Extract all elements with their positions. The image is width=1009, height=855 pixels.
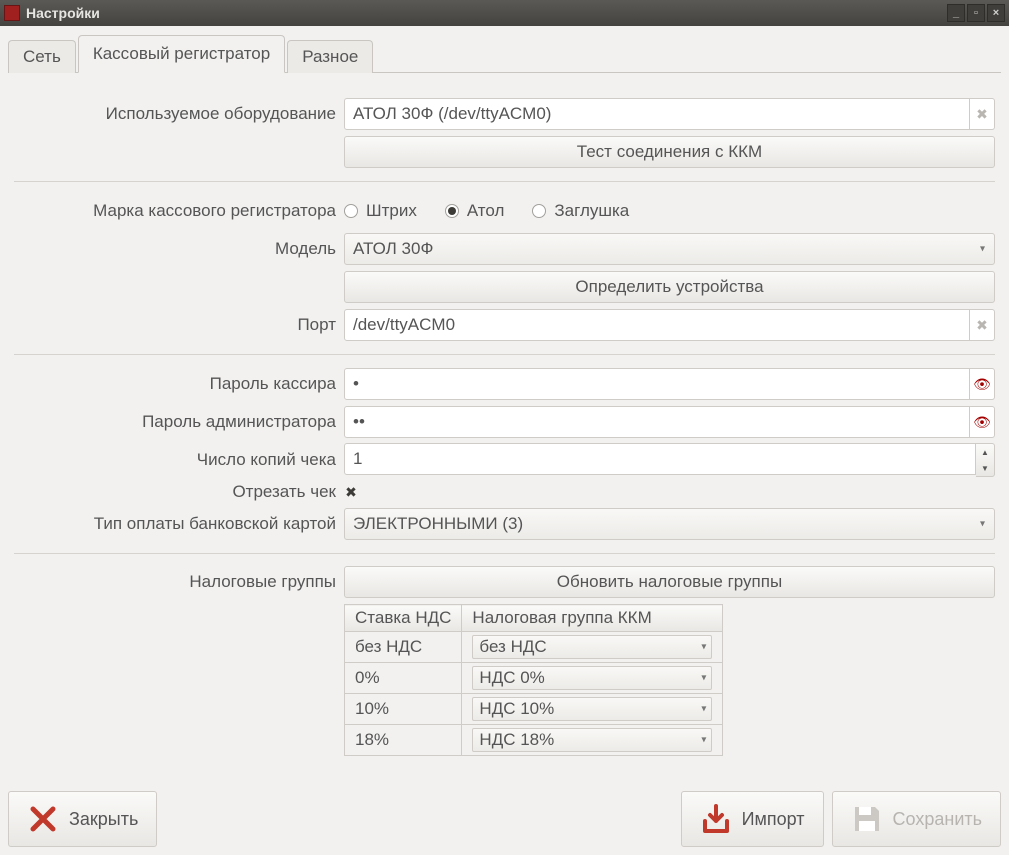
tab-misc[interactable]: Разное — [287, 40, 373, 73]
group-cell: без НДС — [462, 632, 723, 663]
table-row: 18% НДС 18% — [345, 725, 723, 756]
group-cell: НДС 10% — [462, 694, 723, 725]
app-icon — [4, 5, 20, 21]
tax-groups-label: Налоговые группы — [14, 566, 344, 592]
tab-network[interactable]: Сеть — [8, 40, 76, 73]
model-select[interactable]: АТОЛ 30Ф — [344, 233, 995, 265]
tabs: Сеть Кассовый регистратор Разное — [8, 34, 1001, 73]
import-icon — [700, 803, 732, 835]
model-label: Модель — [14, 239, 344, 259]
copies-input[interactable] — [344, 443, 976, 475]
admin-pwd-reveal-icon[interactable]: 👁 — [970, 406, 995, 438]
import-button[interactable]: Импорт — [681, 791, 824, 847]
cut-checkbox[interactable]: ✖ — [344, 485, 358, 499]
group-select[interactable]: без НДС — [472, 635, 712, 659]
titlebar: Настройки _ ▫ × — [0, 0, 1009, 26]
brand-radio-stub[interactable]: Заглушка — [532, 201, 629, 221]
admin-pwd-input[interactable] — [344, 406, 970, 438]
equipment-label: Используемое оборудование — [14, 104, 344, 124]
port-clear-icon[interactable]: ✖ — [970, 309, 995, 341]
group-select[interactable]: НДС 0% — [472, 666, 712, 690]
brand-label: Марка кассового регистратора — [14, 201, 344, 221]
col-rate[interactable]: Ставка НДС — [345, 605, 462, 632]
equipment-clear-icon[interactable]: ✖ — [970, 98, 995, 130]
maximize-button[interactable]: ▫ — [967, 4, 985, 22]
test-connection-button[interactable]: Тест соединения с ККМ — [344, 136, 995, 168]
table-row: 0% НДС 0% — [345, 663, 723, 694]
group-select[interactable]: НДС 18% — [472, 728, 712, 752]
cashier-pwd-input[interactable] — [344, 368, 970, 400]
close-window-button[interactable]: × — [987, 4, 1005, 22]
card-pay-label: Тип оплаты банковской картой — [14, 514, 344, 534]
admin-pwd-label: Пароль администратора — [14, 412, 344, 432]
close-button[interactable]: Закрыть — [8, 791, 157, 847]
group-cell: НДС 18% — [462, 725, 723, 756]
save-button[interactable]: Сохранить — [832, 791, 1001, 847]
cut-label: Отрезать чек — [14, 482, 344, 502]
brand-radio-group: Штрих Атол Заглушка — [344, 201, 629, 221]
footer: Закрыть Импорт Сохранить — [8, 785, 1001, 847]
refresh-tax-groups-button[interactable]: Обновить налоговые группы — [344, 566, 995, 598]
group-cell: НДС 0% — [462, 663, 723, 694]
copies-label: Число копий чека — [14, 450, 344, 470]
minimize-button[interactable]: _ — [947, 4, 965, 22]
card-pay-select[interactable]: ЭЛЕКТРОННЫМИ (3) — [344, 508, 995, 540]
brand-radio-shtrih[interactable]: Штрих — [344, 201, 417, 221]
detect-devices-button[interactable]: Определить устройства — [344, 271, 995, 303]
table-row: без НДС без НДС — [345, 632, 723, 663]
equipment-input[interactable] — [344, 98, 970, 130]
rate-cell[interactable]: 18% — [345, 725, 462, 756]
dialog-content: Сеть Кассовый регистратор Разное Использ… — [0, 26, 1009, 855]
cashier-pwd-reveal-icon[interactable]: 👁 — [970, 368, 995, 400]
group-select[interactable]: НДС 10% — [472, 697, 712, 721]
tab-body: Используемое оборудование ✖ Тест соедине… — [8, 73, 1001, 785]
rate-cell[interactable]: 0% — [345, 663, 462, 694]
table-row: 10% НДС 10% — [345, 694, 723, 725]
tab-register[interactable]: Кассовый регистратор — [78, 35, 285, 73]
window-title: Настройки — [26, 5, 945, 21]
rate-cell[interactable]: без НДС — [345, 632, 462, 663]
port-input[interactable] — [344, 309, 970, 341]
col-group[interactable]: Налоговая группа ККМ — [462, 605, 723, 632]
brand-radio-atol[interactable]: Атол — [445, 201, 505, 221]
copies-stepper[interactable]: ▲▼ — [976, 443, 995, 477]
close-icon — [27, 803, 59, 835]
rate-cell[interactable]: 10% — [345, 694, 462, 725]
save-icon — [851, 803, 883, 835]
cashier-pwd-label: Пароль кассира — [14, 374, 344, 394]
port-label: Порт — [14, 315, 344, 335]
tax-table: Ставка НДС Налоговая группа ККМ без НДСб… — [344, 604, 723, 756]
